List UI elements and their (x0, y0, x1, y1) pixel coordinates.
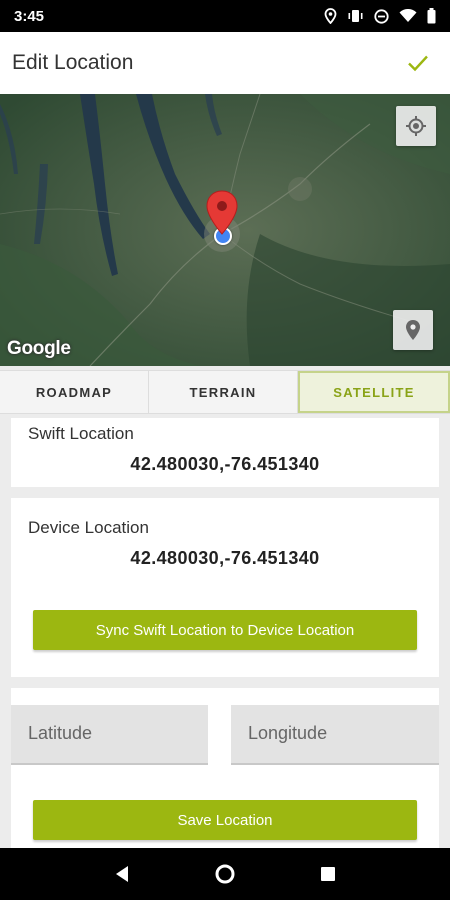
place-marker-button[interactable] (393, 310, 433, 350)
save-location-button[interactable]: Save Location (33, 800, 417, 840)
place-marker-icon (406, 320, 420, 340)
back-button[interactable] (102, 854, 142, 894)
map-pin-icon[interactable] (205, 190, 239, 236)
system-nav-bar (0, 848, 450, 900)
app-bar: Edit Location (0, 32, 450, 94)
latitude-input[interactable]: Latitude (11, 705, 208, 765)
home-button[interactable] (205, 854, 245, 894)
swift-location-card: Swift Location 42.480030,-76.451340 (11, 418, 439, 487)
page-title: Edit Location (12, 51, 134, 74)
battery-icon (427, 8, 436, 24)
longitude-input[interactable]: Longitude (231, 705, 439, 765)
device-location-value: 42.480030,-76.451340 (130, 548, 320, 568)
map-type-tabs: ROADMAP TERRAIN SATELLITE (0, 370, 450, 414)
recents-icon (321, 867, 336, 881)
swift-location-label: Swift Location (28, 424, 134, 443)
manual-entry-card: Latitude Longitude Save Location (11, 688, 439, 848)
swift-location-value: 42.480030,-76.451340 (130, 454, 320, 474)
my-location-button[interactable] (396, 106, 436, 146)
status-bar: 3:45 (0, 0, 450, 32)
sync-location-button[interactable]: Sync Swift Location to Device Location (33, 610, 417, 650)
tab-satellite[interactable]: SATELLITE (298, 371, 450, 413)
device-location-card: Device Location 42.480030,-76.451340 Syn… (11, 498, 439, 677)
wifi-icon (399, 9, 417, 23)
map-view[interactable]: Google (0, 94, 450, 366)
tab-terrain[interactable]: TERRAIN (149, 371, 298, 413)
tab-roadmap[interactable]: ROADMAP (0, 371, 149, 413)
status-icons (324, 8, 436, 24)
recents-button[interactable] (308, 854, 348, 894)
home-icon (215, 864, 235, 884)
location-icon (324, 8, 337, 24)
check-icon (408, 55, 428, 72)
my-location-icon (406, 116, 426, 136)
vibrate-icon (347, 9, 364, 23)
save-confirm-button[interactable] (398, 43, 438, 83)
status-time: 3:45 (14, 7, 45, 25)
do-not-disturb-icon (374, 8, 389, 24)
device-location-label: Device Location (28, 518, 149, 537)
google-logo: Google (7, 338, 71, 359)
back-icon (115, 866, 128, 882)
